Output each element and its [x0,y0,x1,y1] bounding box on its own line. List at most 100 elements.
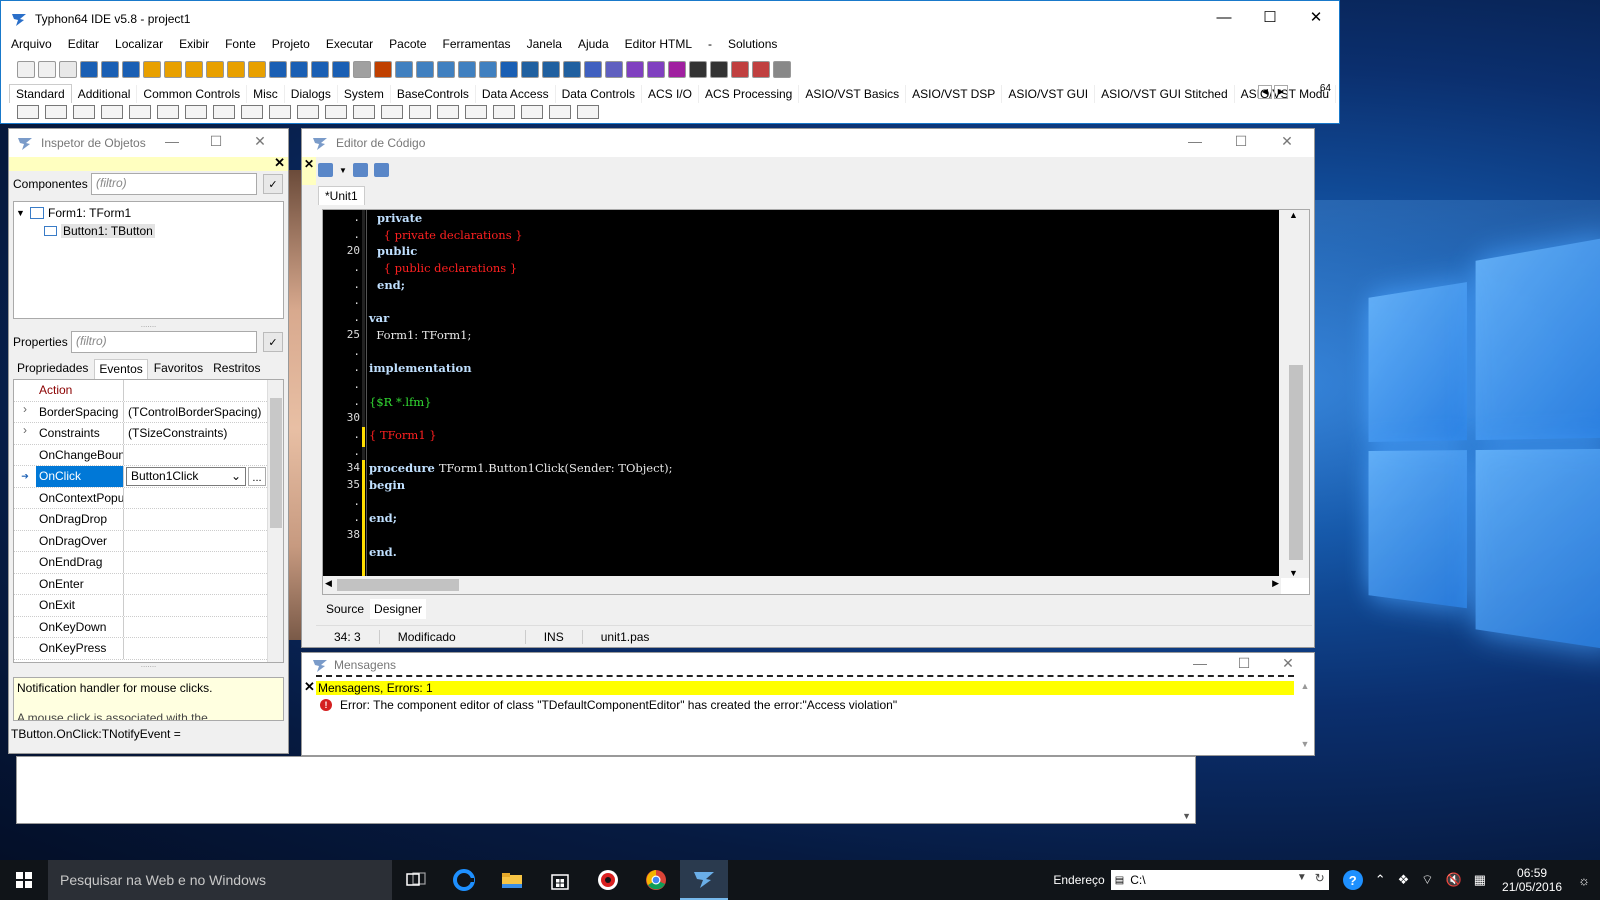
editor-horizontal-scrollbar[interactable]: ◀ ▶ [323,576,1281,594]
oi-maximize-button[interactable]: ☐ [194,133,238,150]
volume-muted-icon[interactable]: 🔇 [1446,872,1462,888]
package-icon[interactable] [164,60,182,78]
toggle-form-icon[interactable] [458,60,476,78]
home-icon[interactable] [318,163,333,177]
property-grid-scrollbar[interactable] [267,380,283,662]
messages-dock-close-icon[interactable]: ✕ [304,679,315,695]
start-button[interactable] [0,860,48,900]
component-palette-icon[interactable] [297,105,319,119]
component-palette-icon[interactable] [157,105,179,119]
jump-forward-icon[interactable] [373,163,389,177]
component-palette-icon[interactable] [129,105,151,119]
component-palette-icon[interactable] [381,105,403,119]
palette-tab[interactable]: Misc [247,85,285,103]
palette-tab[interactable]: Data Controls [556,85,642,103]
palette-tab[interactable]: ASIO/VST GUI [1002,85,1096,103]
component-palette-icon[interactable] [73,105,95,119]
dropbox-icon[interactable]: ❖ [1398,872,1410,888]
scroll-down-icon[interactable]: ▼ [1182,811,1191,821]
step-into-icon[interactable] [731,60,749,78]
messages-minimize-button[interactable]: — [1178,655,1222,672]
system-clock[interactable]: 06:59 21/05/2016 [1502,866,1562,894]
menu-item[interactable]: Ferramentas [443,37,511,51]
property-row[interactable]: OnContextPopu [14,487,283,509]
messages-scrollbar[interactable]: ▲ ▼ [1298,681,1312,753]
package-icon[interactable] [185,60,203,78]
property-row[interactable]: OnDragDrop [14,509,283,531]
palette-tab[interactable]: ASIO/VST GUI Stitched [1095,85,1235,103]
menu-item[interactable]: Exibir [179,37,209,51]
close-icon[interactable] [311,60,329,78]
help-icon[interactable] [626,60,644,78]
oi-close-button[interactable]: ✕ [238,133,282,150]
property-row[interactable]: Action [14,380,283,402]
component-palette-icon[interactable] [577,105,599,119]
component-palette-icon[interactable] [437,105,459,119]
component-palette-icon[interactable] [465,105,487,119]
package-icon[interactable] [206,60,224,78]
palette-tab[interactable]: ASIO/VST Basics [799,85,907,103]
toggle-icon[interactable] [332,60,350,78]
debug-icon[interactable] [500,60,518,78]
oi-tab[interactable]: Propriedades [13,359,92,379]
dropdown-arrow-icon[interactable]: ▼ [339,166,347,175]
taskbar-app-antivirus[interactable] [584,860,632,900]
step-out-icon[interactable] [773,60,791,78]
taskbar-search-box[interactable]: Pesquisar na Web e no Windows [48,860,392,900]
maximize-button[interactable]: ☐ [1247,1,1293,33]
editor-dock-close-icon[interactable]: ✕ [304,157,314,171]
menu-item[interactable]: Executar [326,37,373,51]
run-params-icon[interactable] [521,60,539,78]
package-icon[interactable] [227,60,245,78]
property-row[interactable]: › Constraints (TSizeConstraints) [14,423,283,445]
code-editor-titlebar[interactable]: Editor de Código [302,129,1314,157]
new-file-icon[interactable] [17,60,35,78]
scroll-up-icon[interactable]: ▲ [1289,210,1298,220]
run-icon[interactable] [647,60,665,78]
palette-tab[interactable]: Additional [72,85,138,103]
scroll-down-icon[interactable]: ▼ [1298,739,1312,749]
menu-item[interactable]: Editar [68,37,99,51]
menu-item[interactable]: Pacote [389,37,426,51]
palette-tab[interactable]: ACS I/O [642,85,699,103]
palette-scroll-arrows[interactable]: ◀ ▶ [1257,85,1288,99]
menu-item[interactable]: - [708,37,712,51]
components-filter-input[interactable]: (filtro) [91,173,257,195]
messages-maximize-button[interactable]: ☐ [1222,655,1266,672]
component-palette-icon[interactable] [269,105,291,119]
code-text[interactable]: private { private declarations } public … [367,210,1281,578]
component-palette-icon[interactable] [101,105,123,119]
refresh-icon[interactable]: ↻ [1315,871,1325,885]
minimize-button[interactable]: — [1201,1,1247,33]
scrollbar-thumb[interactable] [1289,365,1303,560]
editor-bottom-tab[interactable]: Designer [370,599,427,619]
taskbar-app-edge[interactable] [440,860,488,900]
component-palette-icon[interactable] [353,105,375,119]
palette-tab[interactable]: ASIO/VST DSP [906,85,1003,103]
tree-item-button1[interactable]: Button1: TButton [16,222,281,240]
settings-icon[interactable] [605,60,623,78]
view-forms-icon[interactable] [416,60,434,78]
save-all-icon[interactable] [290,60,308,78]
scroll-left-icon[interactable]: ◀ [325,578,332,589]
components-filter-clear-icon[interactable]: ✓ [263,174,283,194]
address-input[interactable]: ▤ C:\ ▼ ↻ [1110,870,1329,890]
pause-icon[interactable] [689,60,707,78]
chevron-down-icon[interactable]: ⌄ [231,466,241,487]
component-palette-icon[interactable] [213,105,235,119]
new-unit-icon[interactable] [59,60,77,78]
editor-close-button[interactable]: ✕ [1264,133,1310,150]
component-palette-icon[interactable] [493,105,515,119]
ellipsis-button[interactable]: ... [248,467,266,486]
scrollbar-thumb[interactable] [337,579,459,591]
menu-item[interactable]: Janela [527,37,562,51]
notifications-icon[interactable]: ▦ [1474,872,1486,888]
menu-item[interactable]: Ajuda [578,37,609,51]
splitter-grip[interactable]: ....... [9,661,288,669]
menu-item[interactable]: Solutions [728,37,777,51]
properties-filter-input[interactable]: (filtro) [71,331,257,353]
close-button[interactable]: ✕ [1293,1,1339,33]
palette-tab[interactable]: Dialogs [285,85,338,103]
menu-item[interactable]: Editor HTML [625,37,692,51]
chevron-down-icon[interactable]: ▼ [1297,872,1307,883]
